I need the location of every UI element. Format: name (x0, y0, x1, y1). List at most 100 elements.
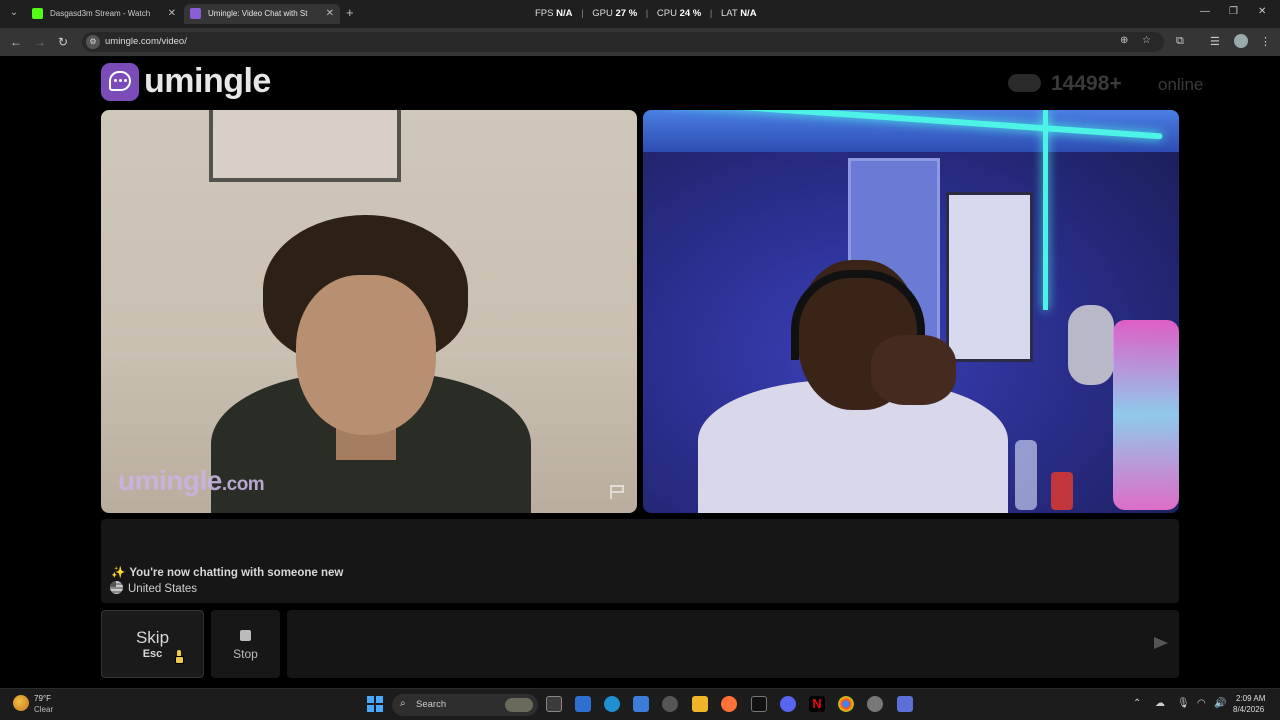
tab-kick-stream[interactable]: Dasgasd3m Stream - Watch Live ✕ (26, 4, 182, 24)
reload-icon[interactable]: ↻ (58, 35, 68, 49)
site-logo[interactable]: umingle (144, 62, 271, 101)
extensions-icon[interactable]: ⧉ (1176, 35, 1184, 48)
umingle-favicon-icon (190, 8, 201, 19)
weather-condition[interactable]: Clear (34, 705, 53, 714)
us-flag-icon (110, 581, 123, 594)
taskbar-search[interactable]: ⌕ Search (392, 694, 538, 716)
settings-icon[interactable] (867, 696, 883, 712)
forward-icon[interactable]: → (34, 35, 46, 49)
skip-shortcut: Esc (142, 648, 163, 660)
water-bottle (1015, 440, 1037, 510)
lat-value: N/A (740, 8, 757, 19)
led-strip-vertical (1043, 110, 1048, 310)
app-icon[interactable] (662, 696, 678, 712)
hand (871, 335, 956, 405)
microphone (1068, 305, 1114, 385)
volume-icon[interactable]: 🔊 (1214, 698, 1226, 709)
zoom-icon[interactable]: ⊕ (1120, 35, 1128, 46)
search-label: Search (416, 699, 447, 710)
gpu-label: GPU (592, 8, 613, 19)
pc-fan-lights (1113, 320, 1179, 510)
search-icon: ⌕ (400, 698, 406, 709)
discord-icon[interactable] (780, 696, 796, 712)
message-input[interactable] (287, 610, 1179, 678)
face (296, 275, 436, 435)
performance-overlay: FPS N/A | GPU 27 % | CPU 24 % | LAT N/A (535, 8, 757, 19)
netflix-icon[interactable]: N (809, 696, 825, 712)
cpu-label: CPU (656, 8, 677, 19)
microphone-icon[interactable]: 🎙 (1177, 698, 1190, 709)
close-icon[interactable]: ✕ (168, 4, 176, 24)
watermark-main: umingle (118, 465, 222, 496)
new-tab-icon[interactable]: + (346, 5, 354, 20)
partner-country: United States (110, 581, 197, 595)
cpu-value: 24 % (679, 8, 702, 19)
country-name: United States (128, 583, 198, 595)
site-info-icon[interactable]: ⚙ (86, 35, 100, 49)
file-explorer-icon[interactable] (692, 696, 708, 712)
photos-icon[interactable] (633, 696, 649, 712)
tab-title: Umingle: Video Chat with Strangers (208, 9, 308, 18)
url-text[interactable]: umingle.com/video/ (105, 36, 187, 47)
close-icon[interactable]: ✕ (326, 4, 334, 24)
profile-avatar-icon[interactable] (1234, 34, 1248, 48)
windows-taskbar: 79°F Clear ⌕ Search N ⌃ ☁ 🎙 ◠ 🔊 2:09 AM … (0, 688, 1280, 720)
video-watermark: umingle.com (118, 465, 265, 497)
tab-search-icon[interactable]: ⌄ (6, 5, 22, 21)
online-label: online (1158, 75, 1204, 94)
stop-button[interactable]: Stop (211, 610, 280, 678)
clock-time[interactable]: 2:09 AM (1236, 694, 1265, 703)
theme-toggle[interactable] (1008, 74, 1041, 92)
reading-list-icon[interactable]: ☰ (1210, 35, 1220, 48)
cloud-icon[interactable]: ☁ (1155, 698, 1165, 709)
back-icon[interactable]: ← (10, 35, 22, 49)
chat-log[interactable]: ✨ You're now chatting with someone new Un… (101, 519, 1179, 603)
search-highlight-icon (505, 698, 533, 712)
mail-icon[interactable] (575, 696, 591, 712)
lat-label: LAT (721, 8, 738, 19)
kick-favicon-icon (32, 8, 43, 19)
wall-picture-frame (209, 110, 401, 182)
system-message: ✨ You're now chatting with someone new (111, 565, 343, 579)
online-count: 14498+ (1051, 72, 1122, 95)
system-message-text: You're now chatting with someone new (129, 567, 344, 579)
menu-icon[interactable]: ⋮ (1260, 35, 1271, 48)
weather-temperature[interactable]: 79°F (34, 694, 51, 703)
umingle-page: umingle 14498+ online umingle.com ✨ You'… (0, 56, 1280, 688)
minimize-icon[interactable]: — (1200, 6, 1210, 17)
gpu-value: 27 % (615, 8, 638, 19)
clock-date[interactable]: 8/4/2026 (1233, 705, 1264, 714)
app-window-icon[interactable] (897, 696, 913, 712)
tab-umingle[interactable]: Umingle: Video Chat with Strangers ✕ (184, 4, 340, 24)
skip-button[interactable]: Skip Esc (101, 610, 204, 678)
omnibox[interactable]: ⚙ umingle.com/video/ ⊕ ☆ (82, 32, 1164, 52)
self-video (643, 110, 1179, 513)
stop-icon (240, 630, 251, 641)
address-bar: ← → ↻ ⚙ umingle.com/video/ ⊕ ☆ ⧉ ☰ ⋮ (0, 28, 1280, 56)
firefox-icon[interactable] (721, 696, 737, 712)
window-close-icon[interactable]: ✕ (1258, 6, 1266, 17)
windows-start-icon[interactable] (367, 696, 383, 712)
wall-poster (946, 192, 1033, 362)
watermark-suffix: .com (221, 474, 265, 495)
bookmark-star-icon[interactable]: ☆ (1142, 35, 1151, 46)
soda-can (1051, 472, 1073, 510)
send-icon[interactable] (1154, 637, 1168, 649)
sparkles-icon: ✨ (111, 567, 126, 579)
weather-icon[interactable] (13, 695, 29, 711)
maximize-icon[interactable]: ❐ (1229, 6, 1238, 17)
epic-games-icon[interactable] (751, 696, 767, 712)
browser-tab-bar: ⌄ Dasgasd3m Stream - Watch Live ✕ Umingl… (0, 0, 1280, 28)
chat-bubble-logo-icon[interactable] (101, 63, 139, 101)
chrome-icon[interactable] (838, 696, 854, 712)
wifi-icon[interactable]: ◠ (1197, 698, 1206, 709)
fps-value: N/A (556, 8, 573, 19)
task-view-icon[interactable] (546, 696, 562, 712)
skip-label: Skip (135, 628, 170, 647)
hand-cursor-icon (175, 650, 184, 664)
tab-title: Dasgasd3m Stream - Watch Live (50, 9, 150, 18)
report-flag-icon[interactable] (609, 484, 625, 500)
tray-expand-icon[interactable]: ⌃ (1133, 698, 1141, 709)
fps-label: FPS (535, 8, 554, 19)
edge-icon[interactable] (604, 696, 620, 712)
